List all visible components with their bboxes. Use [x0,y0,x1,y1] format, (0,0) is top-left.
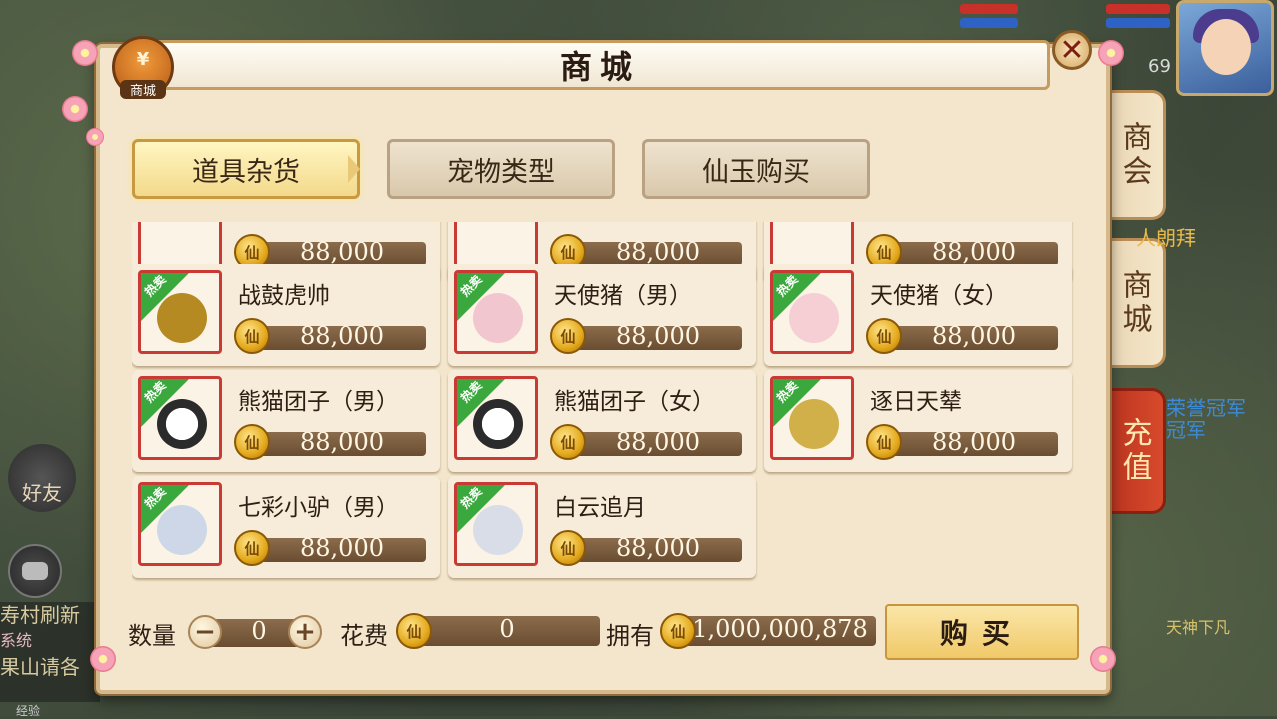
chat-line: 寿村刷新 [0,603,80,627]
item-thumbnail: 热卖 [454,270,538,354]
item-name: 战鼓虎帅 [238,283,330,309]
item-card[interactable]: 热卖 天使猪（女） 仙 88,000 [764,264,1072,366]
shop-icon-label: 商城 [120,80,166,99]
buy-button[interactable]: 购买 [885,604,1079,660]
decrease-quantity-button[interactable]: − [188,615,222,649]
item-card[interactable]: 热卖 七彩小驴（男） 仙 88,000 [132,476,440,578]
item-thumbnail: 热卖 [770,270,854,354]
side-button-guild-shop[interactable]: 商会 [1104,90,1166,220]
flower-decoration [86,128,104,146]
tab-pets[interactable]: 宠物类型 [387,139,615,199]
item-card[interactable]: 热卖 熊猫团子（男） 仙 88,000 [132,370,440,472]
chat-line: 系统 [0,631,33,650]
mp-bar [960,18,1018,28]
flower-decoration [72,40,98,66]
player-level: 69 [1148,56,1171,77]
item-name: 白云追月 [554,495,646,521]
item-price: 88,000 [616,238,700,266]
float-text-4: 天神下凡 [1166,618,1231,637]
item-name: 天使猪（男） [554,283,692,309]
increase-quantity-button[interactable]: + [288,615,322,649]
item-price: 88,000 [616,534,700,562]
item-price: 88,000 [932,238,1016,266]
flower-decoration [1090,646,1116,672]
item-card[interactable]: 热卖 白云追月 仙 88,000 [448,476,756,578]
item-thumbnail: 热卖 [770,376,854,460]
item-list[interactable]: 仙 88,000 仙 88,000 仙 88,000 热卖 战鼓虎帅 仙 88,… [132,222,1077,582]
item-price: 88,000 [300,238,384,266]
side-button-recharge[interactable]: 充值 [1104,388,1166,514]
item-thumbnail: 热卖 [454,376,538,460]
item-name: 七彩小驴（男） [238,495,399,521]
item-thumbnail: 热卖 [454,482,538,566]
float-text-3: 冠军 [1166,418,1206,442]
item-price: 88,000 [932,428,1016,456]
item-name: 天使猪（女） [870,283,1008,309]
item-thumbnail [138,222,222,270]
item-name: 熊猫团子（男） [238,389,399,415]
item-price: 88,000 [300,428,384,456]
hp-bar [960,4,1018,14]
owned-value: 1,000,000,878 [692,615,868,643]
cost-value: 0 [499,615,515,643]
item-thumbnail [454,222,538,270]
exp-label: 经验 [16,704,41,718]
item-card[interactable]: 热卖 天使猪（男） 仙 88,000 [448,264,756,366]
item-thumbnail: 热卖 [138,376,222,460]
friend-button[interactable]: 好友 [8,444,76,512]
item-card[interactable]: 热卖 逐日天辇 仙 88,000 [764,370,1072,472]
item-name: 熊猫团子（女） [554,389,715,415]
pet-mp-bar [1106,18,1170,28]
chat-button[interactable] [8,544,62,598]
active-tab-arrow-icon [348,155,360,183]
chat-line: 果山请各 [0,655,80,679]
chat-bubble-icon [22,562,48,580]
yen-icon: ¥ [136,49,150,70]
flower-decoration [62,96,88,122]
item-price: 88,000 [616,322,700,350]
flower-decoration [90,646,116,672]
item-price: 88,000 [616,428,700,456]
item-thumbnail: 热卖 [138,482,222,566]
dialog-title: 商城 [150,40,1050,90]
item-price: 88,000 [300,322,384,350]
quantity-label: 数量 [128,622,176,650]
chat-log: 寿村刷新 系统 果山请各 [0,602,100,702]
flower-decoration [1098,40,1124,66]
item-price: 88,000 [932,322,1016,350]
item-thumbnail [770,222,854,270]
item-price: 88,000 [300,534,384,562]
side-button-mall[interactable]: 商城 [1104,238,1166,368]
item-card[interactable]: 热卖 战鼓虎帅 仙 88,000 [132,264,440,366]
pet-hp-bar [1106,4,1170,14]
tab-jade-purchase[interactable]: 仙玉购买 [642,139,870,199]
cost-label: 花费 [340,622,388,650]
float-text-1: 人朗拜 [1136,226,1196,250]
item-name: 逐日天辇 [870,389,962,415]
close-button[interactable]: ✕ [1052,30,1092,70]
owned-label: 拥有 [606,622,654,650]
player-avatar[interactable] [1176,0,1274,96]
tab-items[interactable]: 道具杂货 [132,139,360,199]
item-card[interactable]: 热卖 熊猫团子（女） 仙 88,000 [448,370,756,472]
item-thumbnail: 热卖 [138,270,222,354]
